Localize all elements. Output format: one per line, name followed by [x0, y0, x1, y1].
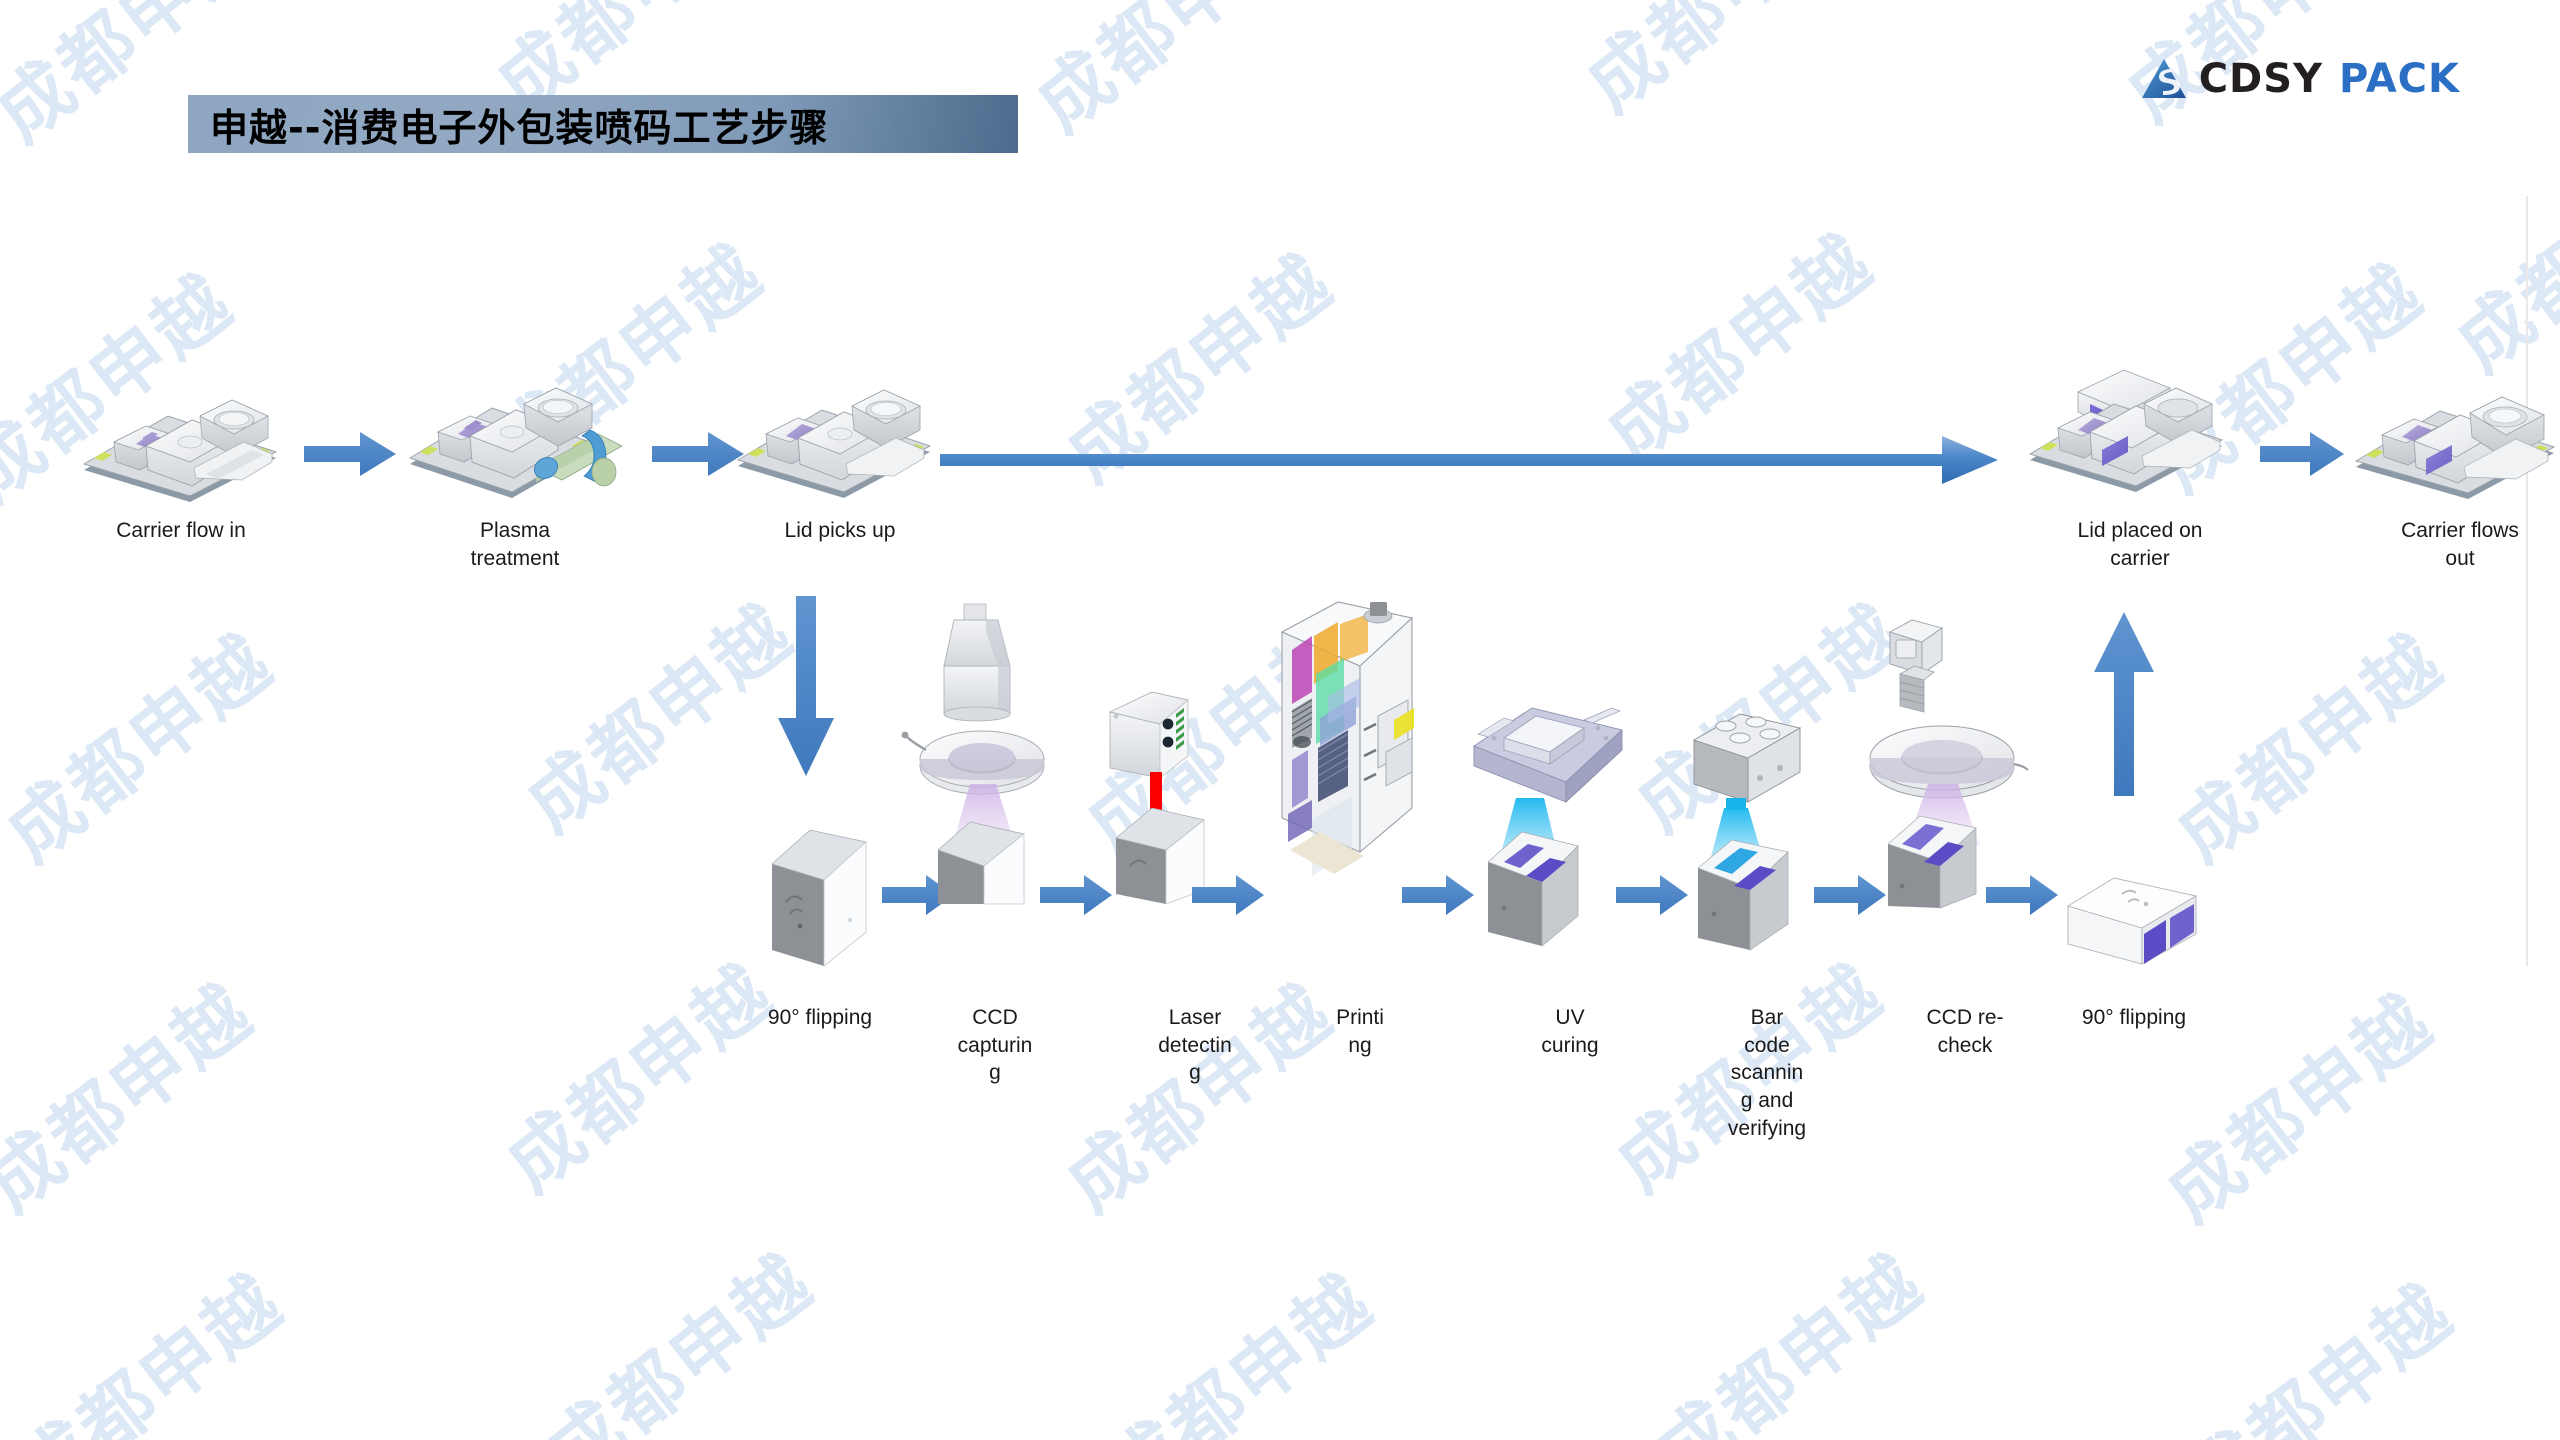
flipped-printed-box-icon — [2064, 872, 2204, 976]
arrow-lidplaced-to-out — [2258, 428, 2346, 480]
step-label-flip-90-first: 90° flipping — [767, 1006, 873, 1029]
arrow-print-to-uv — [1400, 872, 1476, 918]
watermark-text: 成都申越 — [510, 588, 810, 849]
watermark-text: 成都申越 — [1020, 0, 1320, 149]
logo-word-pack: PACK — [2339, 56, 2460, 102]
watermark-text: 成都申越 — [490, 948, 790, 1209]
page-title: 申越--消费电子外包装喷码工艺步骤 — [210, 105, 829, 150]
arrow-ccd-to-laser — [1038, 872, 1114, 918]
page-edge-rule — [2526, 196, 2528, 966]
arrow-lid-down-to-flip — [770, 596, 842, 778]
arrow-recheck-to-flip — [1984, 872, 2060, 918]
lid-pickup-machine-icon — [730, 382, 952, 504]
step-label-flip-90-last: 90° flipping — [2081, 1006, 2187, 1029]
step-label-ccd-capturing: CCD capturin g — [957, 1006, 1033, 1085]
arrow-lid-to-lidplaced — [940, 432, 2000, 488]
step-label-uv-curing: UV curing — [1541, 1006, 1599, 1057]
watermark-text: 成都申越 — [1090, 1258, 1390, 1440]
watermark-text: 成都申越 — [2170, 1268, 2470, 1440]
ccd-camera-ring-light-icon — [901, 603, 1084, 905]
arrow-carrier-to-plasma — [302, 428, 398, 480]
step-label-laser-detecting: Laser detectin g — [1158, 1006, 1232, 1085]
step-label-printing: Printi ng — [1336, 1006, 1384, 1057]
arrow-uv-to-barcode — [1614, 872, 1690, 918]
plain-box-icon — [766, 828, 876, 968]
watermark-text: 成都申越 — [530, 1238, 830, 1440]
page-title-banner: 申越--消费电子外包装喷码工艺步骤 — [188, 95, 1018, 153]
step-label-carrier-flows-out: Carrier flows out — [2401, 519, 2519, 570]
watermark-text: 成都申越 — [2160, 618, 2460, 879]
step-label-barcode-scanning: Bar code scannin g and verifying — [1727, 1006, 1807, 1140]
step-label-carrier-flow-in: Carrier flow in — [116, 519, 246, 542]
carrier-tray-assembly-icon — [76, 398, 286, 506]
logo-wordmark: CDSY PACK — [2199, 56, 2460, 102]
brand-logo: CDSY PACK — [2141, 56, 2460, 102]
arrow-laser-to-print — [1190, 872, 1266, 918]
watermark-text: 成都申越 — [1050, 968, 1350, 1229]
watermark-text: 成都申越 — [1640, 1238, 1940, 1440]
plasma-nozzle-machine-icon — [400, 372, 630, 506]
inkjet-printer-module-icon — [1272, 600, 1432, 900]
slide-canvas: 成都申越 成都申越 成都申越 成都申越 成都申越 成都申越 成都申越 成都申越 … — [0, 0, 2560, 1440]
step-label-plasma-treatment: Plasma treatment — [470, 519, 560, 570]
step-label-lid-placed-on-carrier: Lid placed on carrier — [2077, 519, 2203, 570]
lid-placement-machine-icon — [2020, 360, 2260, 502]
arrow-flip-up-to-lidplaced — [2088, 612, 2160, 798]
step-label-lid-picks-up: Lid picks up — [784, 519, 896, 542]
watermark-text: 成都申越 — [0, 618, 290, 879]
watermark-text: 成都申越 — [1560, 0, 1872, 132]
carrier-outfeed-machine-icon — [2348, 385, 2560, 505]
watermark-text: 成都申越 — [0, 968, 270, 1229]
watermark-text: 成都申越 — [2440, 128, 2560, 389]
cdsy-triangle-logo-icon — [2141, 58, 2187, 100]
watermark-text: 成都申越 — [0, 1258, 300, 1440]
ccd-recheck-camera-ring-light-icon — [1866, 618, 2056, 909]
logo-word-cdsy: CDSY — [2198, 56, 2324, 102]
step-label-ccd-recheck: CCD re- check — [1926, 1006, 2004, 1057]
